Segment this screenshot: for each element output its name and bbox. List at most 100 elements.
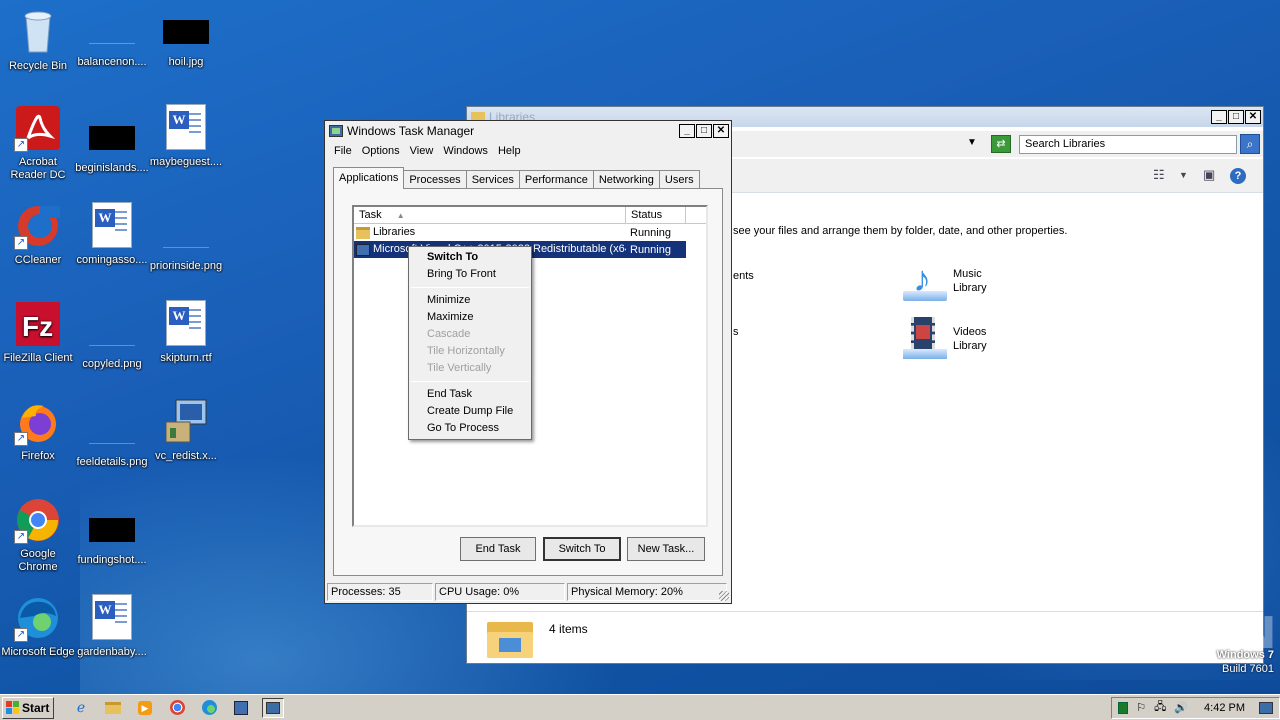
recycle-bin-icon [14, 8, 62, 56]
word-doc-icon: W [166, 300, 206, 346]
start-button[interactable]: Start [2, 696, 54, 719]
filezilla-icon: Fz [14, 300, 62, 348]
menu-item-tile-horizontally: Tile Horizontally [427, 345, 505, 357]
installer-icon [162, 398, 210, 446]
minimize-button[interactable]: _ [1211, 110, 1227, 124]
physical-memory: Physical Memory: 20% [567, 583, 727, 601]
taskbar: Start ℯ ▶ ⚐ 🖧 🔊 4:42 PM [0, 694, 1280, 720]
tab-applications[interactable]: Applications [333, 167, 405, 189]
tab-processes[interactable]: Processes [403, 170, 467, 189]
close-button[interactable]: ✕ [1245, 110, 1261, 124]
edge-icon: ↗ [14, 594, 62, 642]
clock[interactable]: 4:42 PM [1204, 702, 1245, 714]
menu-item-switch-to[interactable]: Switch To [409, 249, 531, 266]
volume-icon[interactable]: 🔊 [1174, 701, 1188, 714]
ccleaner-icon: ↗ [14, 202, 62, 250]
search-input[interactable]: Search Libraries [1019, 135, 1237, 154]
menu-item-minimize[interactable]: Minimize [409, 292, 531, 309]
desktop-icon-balancenon[interactable]: balancenon.... [74, 8, 150, 69]
internet-explorer-icon[interactable]: ℯ [70, 698, 92, 718]
close-button[interactable]: ✕ [713, 124, 729, 138]
context-menu: Switch To Bring To Front Minimize Maximi… [408, 246, 532, 440]
desktop-icon-skipturn[interactable]: W skipturn.rtf [148, 300, 224, 365]
pictures-library-fragment[interactable]: s [733, 326, 739, 338]
desktop-icon-recycle-bin[interactable]: Recycle Bin [0, 8, 76, 73]
minimize-button[interactable]: _ [679, 124, 695, 138]
desktop-icon-copyled[interactable]: copyled.png [74, 300, 150, 371]
shortcut-arrow-icon: ↗ [14, 530, 28, 544]
desktop-icon-priorinside[interactable]: priorinside.png [148, 202, 224, 273]
tab-users[interactable]: Users [658, 170, 700, 189]
menu-item-bring-to-front[interactable]: Bring To Front [409, 266, 531, 283]
column-status[interactable]: Status [626, 207, 686, 223]
menu-item-create-dump-file[interactable]: Create Dump File [409, 403, 531, 420]
edge-icon[interactable] [198, 698, 220, 718]
chevron-down-icon[interactable]: ▼ [1179, 170, 1188, 180]
show-desktop-icon[interactable] [1259, 701, 1273, 714]
menu-windows[interactable]: Windows [438, 145, 493, 157]
task-manager-icon [329, 125, 343, 137]
help-icon[interactable]: ? [1230, 168, 1246, 184]
word-doc-icon: W [92, 594, 132, 640]
menu-separator [411, 287, 529, 288]
view-options-icon[interactable]: ☷ [1153, 167, 1165, 183]
desktop-icon-acrobat[interactable]: ↗ Acrobat Reader DC [0, 104, 76, 182]
menu-separator [411, 381, 529, 382]
file-explorer-icon[interactable] [102, 698, 124, 718]
sort-ascending-icon: ▲ [396, 211, 405, 220]
desktop-icon-fundingshot[interactable]: fundingshot.... [74, 496, 150, 567]
music-library[interactable]: ♪ Music Library [901, 259, 987, 303]
task-manager-titlebar[interactable]: Windows Task Manager _ □ ✕ [325, 121, 731, 141]
network-icon[interactable]: 🖧 [1154, 698, 1166, 717]
switch-to-button[interactable]: Switch To [543, 537, 621, 561]
videos-library[interactable]: Videos Library [901, 317, 987, 361]
menu-item-tile-vertically: Tile Vertically [427, 362, 492, 374]
task-manager-taskbar-icon[interactable] [262, 697, 284, 718]
desktop-icon-comingasso[interactable]: W comingasso.... [74, 202, 150, 267]
desktop-icon-edge[interactable]: ↗ Microsoft Edge [0, 594, 76, 659]
desktop-icon-gardenbaby[interactable]: W gardenbaby.... [74, 594, 150, 659]
black-image-icon [89, 518, 135, 542]
desktop-icon-beginislands[interactable]: beginislands.... [74, 104, 150, 175]
tab-networking[interactable]: Networking [592, 170, 660, 189]
maximize-button[interactable]: □ [1228, 110, 1244, 124]
tab-performance[interactable]: Performance [518, 170, 594, 189]
new-task-button[interactable]: New Task... [627, 537, 705, 561]
installer-icon[interactable] [230, 698, 252, 718]
media-player-icon[interactable]: ▶ [134, 698, 156, 718]
refresh-icon[interactable]: ⇄ [991, 135, 1011, 153]
preview-pane-icon[interactable]: ▣ [1203, 167, 1215, 183]
desktop-icon-maybeguest[interactable]: W maybeguest.... [148, 104, 224, 169]
desktop-icon-ccleaner[interactable]: ↗ CCleaner [0, 202, 76, 267]
menu-file[interactable]: File [329, 145, 357, 157]
flag-icon[interactable]: ⚐ [1136, 701, 1146, 714]
desktop-icon-vc-redist[interactable]: vc_redist.x... [148, 398, 224, 463]
chevron-down-icon[interactable]: ▼ [967, 137, 977, 148]
maximize-button[interactable]: □ [696, 124, 712, 138]
menu-item-end-task[interactable]: End Task [409, 386, 531, 403]
menu-item-go-to-process[interactable]: Go To Process [409, 420, 531, 437]
blank-image-icon [163, 224, 209, 248]
libraries-description: see your files and arrange them by folde… [733, 225, 1068, 237]
process-count: Processes: 35 [327, 583, 433, 601]
tray-app-icon[interactable] [1118, 701, 1129, 714]
end-task-button[interactable]: End Task [460, 537, 536, 561]
resize-grip[interactable] [719, 591, 729, 601]
desktop-icon-filezilla[interactable]: Fz FileZilla Client [0, 300, 76, 365]
videos-library-icon [901, 317, 947, 361]
documents-library-fragment[interactable]: ents [733, 270, 754, 282]
tab-services[interactable]: Services [465, 170, 520, 189]
menu-item-maximize[interactable]: Maximize [409, 309, 531, 326]
desktop-icon-hoil[interactable]: hoil.jpg [148, 8, 224, 69]
chrome-icon[interactable] [166, 698, 188, 718]
task-row[interactable]: Libraries Running [354, 224, 706, 241]
menu-options[interactable]: Options [357, 145, 405, 157]
column-task[interactable]: Task ▲ [354, 207, 626, 223]
menu-help[interactable]: Help [493, 145, 526, 157]
quick-launch: ℯ ▶ [70, 697, 284, 718]
desktop-icon-feeldetails[interactable]: feeldetails.png [74, 398, 150, 469]
search-icon[interactable]: ⌕ [1240, 134, 1260, 154]
desktop-icon-firefox[interactable]: ↗ Firefox [0, 398, 76, 463]
desktop-icon-chrome[interactable]: ↗ Google Chrome [0, 496, 76, 574]
menu-view[interactable]: View [405, 145, 439, 157]
